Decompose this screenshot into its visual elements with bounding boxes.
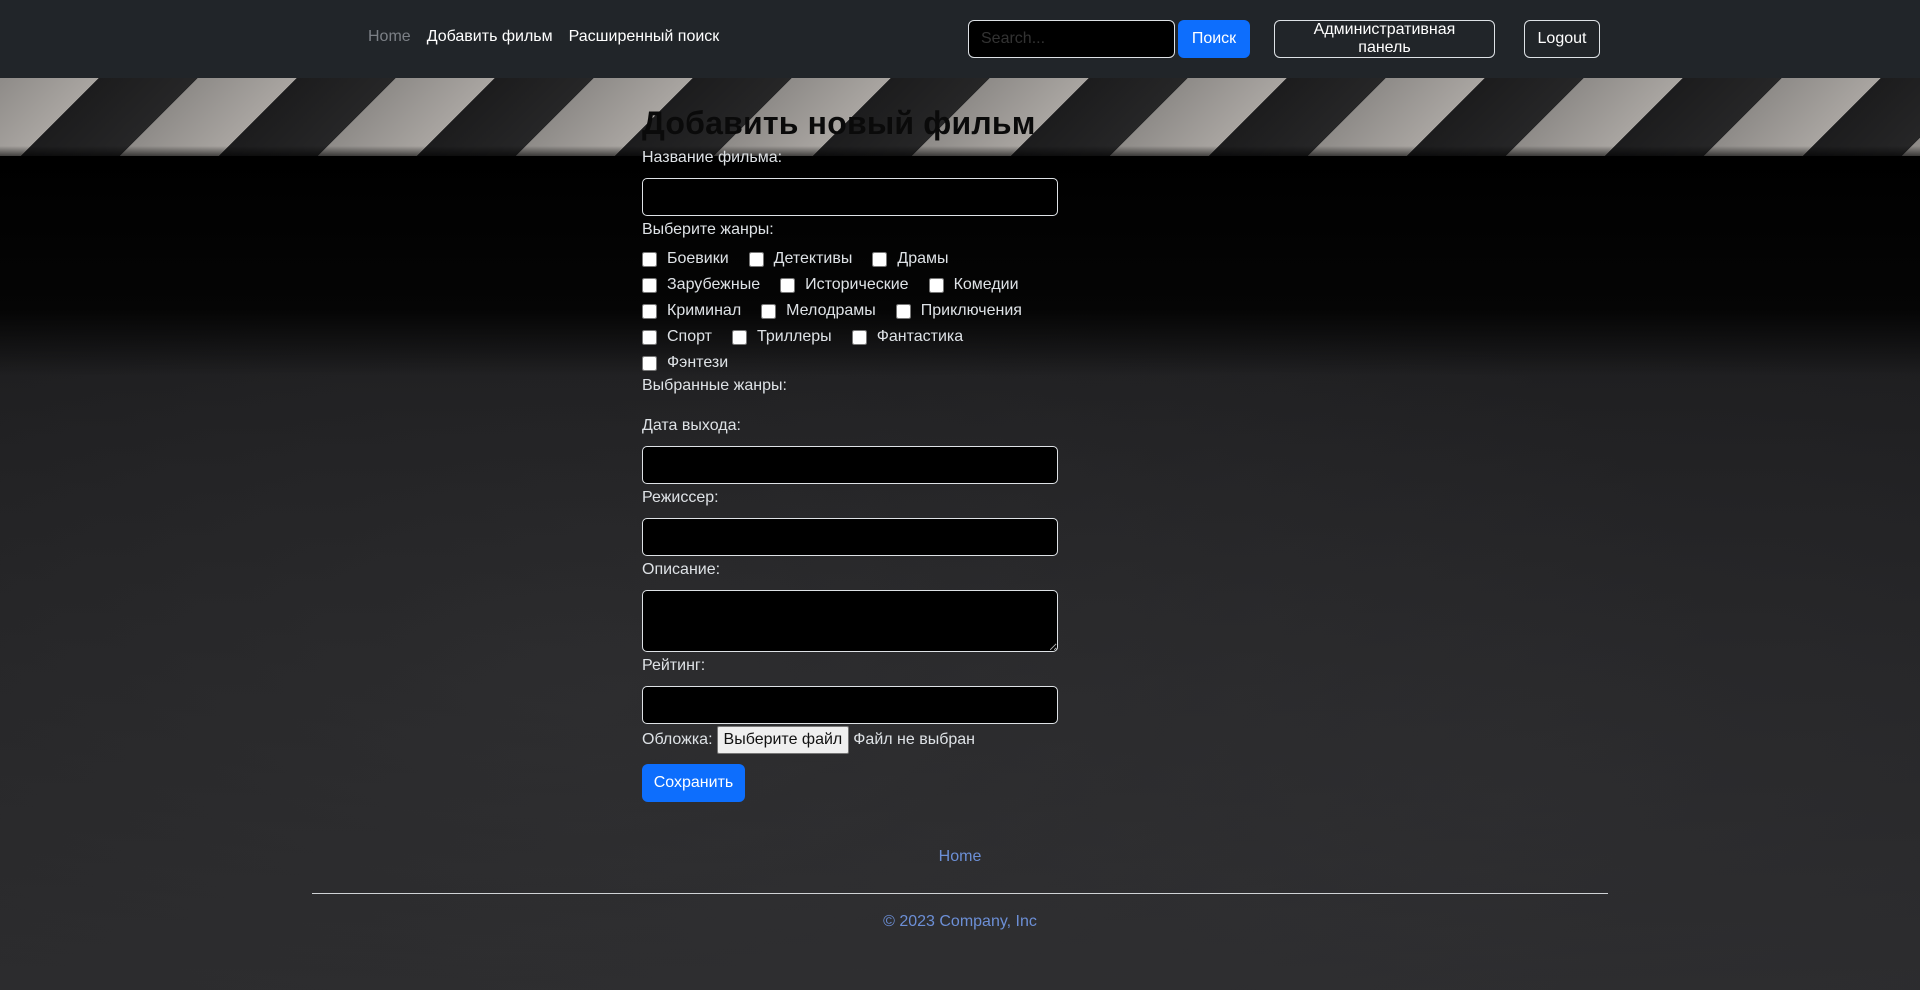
nav-links: Home Добавить фильм Расширенный поиск: [368, 28, 719, 46]
page-title: Добавить новый фильм: [642, 105, 1036, 141]
genre-option[interactable]: Драмы: [872, 250, 949, 268]
release-date-label: Дата выхода:: [642, 417, 741, 434]
genre-checkbox-list: Боевики Детективы Драмы Зарубежные Истор…: [642, 250, 1059, 372]
genre-option[interactable]: Боевики: [642, 250, 729, 268]
genre-checkbox[interactable]: [642, 329, 657, 345]
genre-checkbox[interactable]: [928, 277, 944, 293]
genre-checkbox[interactable]: [761, 303, 777, 319]
genre-label: Зарубежные: [667, 276, 761, 293]
genres-label: Выберите жанры:: [642, 221, 774, 238]
genre-label: Триллеры: [757, 328, 832, 345]
genre-row: Фэнтези: [642, 354, 1059, 372]
genre-label: Фантастика: [876, 328, 964, 345]
genre-option[interactable]: Криминал: [642, 302, 741, 320]
footer-home-link[interactable]: Home: [0, 848, 1920, 866]
file-status: Файл не выбран: [853, 731, 976, 748]
director-input[interactable]: [642, 518, 1058, 556]
genre-checkbox[interactable]: [642, 355, 657, 371]
director-label: Режиссер:: [642, 489, 719, 506]
cover-label: Обложка:: [642, 731, 713, 748]
genre-label: Драмы: [897, 250, 949, 267]
movie-name-label: Название фильма:: [642, 149, 783, 166]
genre-option[interactable]: Мелодрамы: [761, 302, 876, 320]
search-button[interactable]: Поиск: [1178, 20, 1250, 58]
genre-option[interactable]: Исторические: [780, 276, 909, 294]
movie-name-input[interactable]: [642, 178, 1058, 216]
genre-option[interactable]: Фантастика: [851, 328, 964, 346]
rating-label: Рейтинг:: [642, 657, 706, 674]
genre-row: Зарубежные Исторические Комедии: [642, 276, 1059, 294]
genre-label: Криминал: [667, 302, 742, 319]
genre-row: Боевики Детективы Драмы: [642, 250, 1059, 268]
genre-option[interactable]: Приключения: [895, 302, 1022, 320]
save-button[interactable]: Сохранить: [642, 764, 745, 802]
genre-label: Детективы: [773, 250, 853, 267]
nav-link-home[interactable]: Home: [368, 28, 411, 46]
search-input[interactable]: [968, 20, 1175, 58]
navbar: Home Добавить фильм Расширенный поиск По…: [0, 0, 1920, 78]
genre-checkbox[interactable]: [851, 329, 867, 345]
genre-label: Фэнтези: [667, 354, 729, 371]
copyright: © 2023 Company, Inc: [883, 913, 1037, 930]
genre-label: Боевики: [667, 250, 729, 267]
genre-checkbox[interactable]: [732, 329, 747, 345]
rating-input[interactable]: [642, 686, 1058, 724]
footer-divider: [312, 893, 1608, 894]
genre-checkbox[interactable]: [895, 303, 911, 319]
genre-label: Мелодрамы: [786, 302, 876, 319]
genre-label: Комедии: [953, 276, 1019, 293]
release-date-input[interactable]: [642, 446, 1058, 484]
genre-option[interactable]: Фэнтези: [642, 354, 728, 372]
genre-checkbox[interactable]: [642, 303, 657, 319]
genre-checkbox[interactable]: [872, 251, 888, 267]
genre-checkbox[interactable]: [642, 277, 657, 293]
genre-row: Спорт Триллеры Фантастика: [642, 328, 1059, 346]
nav-link-advanced-search[interactable]: Расширенный поиск: [569, 28, 720, 46]
genre-label: Приключения: [920, 302, 1022, 319]
nav-link-add-movie[interactable]: Добавить фильм: [427, 28, 553, 46]
description-label: Описание:: [642, 561, 721, 578]
genre-option[interactable]: Комедии: [928, 276, 1019, 294]
description-textarea[interactable]: [642, 590, 1058, 652]
genre-checkbox[interactable]: [642, 251, 657, 267]
genre-option[interactable]: Спорт: [642, 328, 712, 346]
genre-option[interactable]: Детективы: [748, 250, 853, 268]
genre-option[interactable]: Триллеры: [732, 328, 832, 346]
genre-label: Спорт: [667, 328, 712, 345]
logout-button[interactable]: Logout: [1524, 20, 1600, 58]
add-movie-form: Добавить новый фильм Название фильма: Вы…: [642, 104, 1059, 802]
genre-option[interactable]: Зарубежные: [642, 276, 760, 294]
genre-checkbox[interactable]: [780, 277, 796, 293]
genre-checkbox[interactable]: [748, 251, 764, 267]
choose-file-button[interactable]: Выберите файл: [716, 726, 850, 754]
genre-row: Криминал Мелодрамы Приключения: [642, 302, 1059, 320]
admin-panel-button[interactable]: Административная панель: [1274, 20, 1495, 58]
cover-upload: Обложка: Выберите файл Файл не выбран: [642, 726, 1059, 754]
genre-label: Исторические: [805, 276, 909, 293]
selected-genres-label: Выбранные жанры:: [642, 377, 787, 394]
